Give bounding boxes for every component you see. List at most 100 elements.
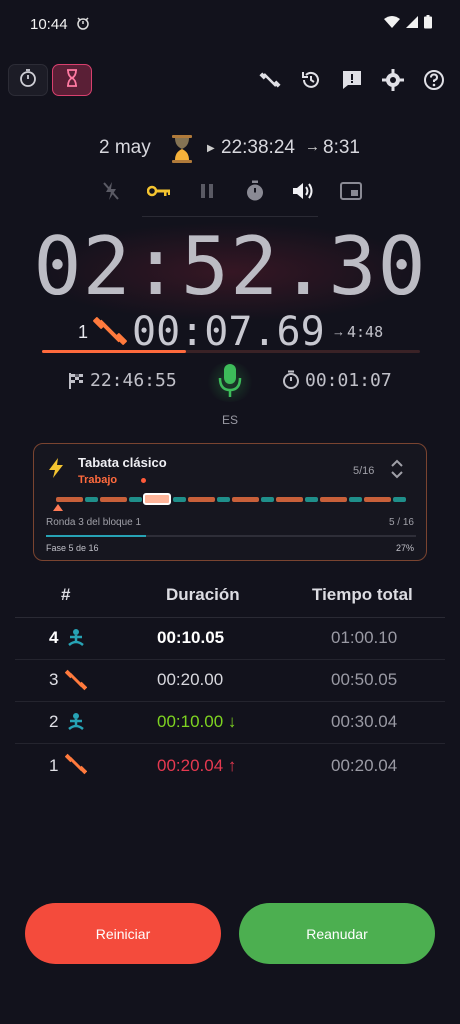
arrow-right-icon: → [305, 138, 320, 155]
hourglass-icon [170, 134, 194, 169]
phase-dot [141, 478, 146, 483]
elapsed-time: 00:01:07 [305, 370, 392, 391]
gear-icon[interactable] [381, 66, 405, 94]
table-row[interactable]: 4 00:10.05 01:00.10 [15, 618, 445, 660]
session-date: 2 may [99, 137, 151, 158]
status-time: 10:44 [30, 16, 68, 33]
row-total: 00:30.04 [331, 712, 398, 731]
feedback-icon[interactable] [340, 66, 364, 94]
picture-in-picture-icon[interactable] [336, 176, 366, 206]
voice-language: ES [221, 413, 238, 427]
volume-icon[interactable] [288, 176, 318, 206]
rest-icon [65, 711, 87, 738]
row-number: 3 [49, 670, 59, 689]
pause-icon[interactable] [192, 176, 222, 206]
phase-segment [188, 497, 215, 502]
divider [142, 216, 318, 217]
table-row[interactable]: 1 00:20.04 ↑ 00:20.04 [15, 744, 445, 790]
work-icon [64, 753, 88, 780]
fitness-icon[interactable] [258, 66, 282, 94]
status-bar: 10:44 [0, 0, 460, 52]
wifi-icon [384, 15, 400, 34]
row-duration: 00:10.05 [157, 628, 225, 647]
header-number: # [61, 585, 71, 604]
reset-button[interactable]: Reiniciar [25, 903, 221, 964]
phase-segment [100, 497, 127, 502]
phase-segment [320, 497, 347, 502]
phase-segments [56, 497, 406, 502]
stopwatch-icon [282, 370, 300, 395]
row-duration: 00:20.00 [157, 670, 224, 689]
finish-time: 22:46:55 [90, 370, 177, 391]
flash-off-icon[interactable] [96, 176, 126, 206]
phase-segment [128, 497, 142, 502]
control-row [96, 176, 366, 206]
expand-chevrons-icon[interactable] [390, 458, 404, 485]
phase-text: Fase 5 de 16 [46, 543, 99, 553]
lap-time: 00:07.69 [132, 309, 325, 355]
row-number: 2 [49, 712, 59, 731]
laps-table: # Duración Tiempo total 4 00:10.05 01:00.1… [15, 578, 445, 790]
table-row[interactable]: 2 00:10.00 ↓ 00:30.04 [15, 702, 445, 744]
start-marker-icon [53, 504, 63, 511]
play-arrow-icon: ▶ [207, 143, 215, 154]
main-timer: 02:52.30 [33, 220, 427, 313]
routine-phase: Trabajo [78, 474, 118, 486]
checkered-flag-icon [68, 372, 86, 395]
help-icon[interactable] [422, 66, 446, 94]
mode-toggle [8, 64, 92, 96]
round-count: 5 / 16 [388, 517, 414, 528]
phase-segment [276, 497, 303, 502]
rest-icon [65, 627, 87, 654]
signal-icon [406, 15, 418, 34]
phase-segment [348, 497, 362, 502]
stopwatch-icon [19, 68, 37, 93]
row-total: 01:00.10 [331, 628, 398, 647]
header-total: Tiempo total [312, 585, 413, 604]
resume-button[interactable]: Reanudar [239, 903, 435, 964]
stopwatch-mode-button[interactable] [8, 64, 48, 96]
lap-line: 1 00:07.69 → 4:48 [0, 310, 460, 354]
lap-progress-fill [42, 350, 186, 353]
table-header: # Duración Tiempo total [15, 578, 445, 618]
phase-segment [304, 497, 318, 502]
phase-progress-fill [46, 535, 146, 537]
toolbar [258, 66, 446, 94]
key-icon[interactable] [144, 176, 174, 206]
routine-card[interactable]: Tabata clásico Trabajo 5/16 Ronda 3 del … [33, 443, 427, 561]
battery-icon [424, 15, 432, 34]
session-info: 2 may ▶ 22:38:24 → 8:31 [0, 132, 460, 166]
row-duration: 00:20.04 ↑ [157, 756, 237, 775]
routine-count: 5/16 [353, 465, 375, 477]
row-total: 00:50.05 [331, 670, 398, 689]
row-total: 00:20.04 [331, 756, 398, 775]
round-text: Ronda 3 del bloque 1 [46, 517, 142, 528]
alarm-icon [76, 16, 90, 33]
row-duration: 00:10.00 ↓ [157, 712, 237, 731]
meta-row: 22:46:55 ES 00:01:07 [0, 360, 460, 430]
end-time: 8:31 [323, 137, 360, 158]
lap-number: 1 [78, 322, 89, 342]
phase-segment [364, 497, 391, 502]
phase-segment [260, 497, 274, 502]
phase-progress-bar [46, 535, 416, 537]
microphone-icon[interactable] [217, 362, 243, 405]
timer-mode-button[interactable] [52, 64, 92, 96]
arrow-right-icon: → [332, 324, 345, 339]
phase-segment [232, 497, 259, 502]
phase-segment [216, 497, 230, 502]
table-row[interactable]: 3 00:20.00 00:50.05 [15, 660, 445, 702]
work-icon [64, 669, 88, 696]
hourglass-icon [65, 68, 79, 93]
phase-segment [172, 497, 186, 502]
lightning-icon [48, 458, 64, 483]
routine-title: Tabata clásico [78, 455, 167, 470]
lap-progress-bar [42, 350, 420, 353]
history-icon[interactable] [299, 66, 323, 94]
current-segment [143, 493, 171, 505]
row-number: 4 [49, 628, 59, 647]
phase-percent: 27% [395, 543, 414, 553]
dumbbell-icon [92, 314, 128, 353]
phase-segment [84, 497, 98, 502]
stopwatch-icon[interactable] [240, 176, 270, 206]
